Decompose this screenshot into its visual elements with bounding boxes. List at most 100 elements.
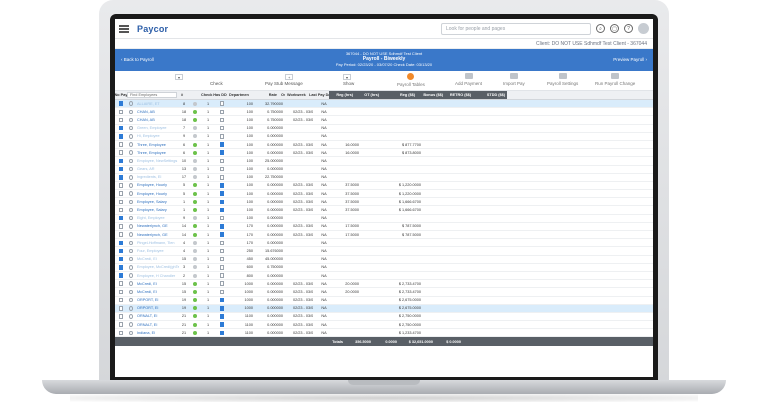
row-radio[interactable]	[127, 207, 135, 213]
department-select[interactable]: 170	[233, 241, 255, 245]
table-row[interactable]: Gears, AR 13 1 100 0.000000 NA	[115, 166, 653, 174]
department-select[interactable]: 1100	[233, 314, 255, 318]
department-select[interactable]: 100	[233, 200, 255, 204]
no-pay-checkbox[interactable]	[115, 125, 127, 131]
rate-field[interactable]: 0.000000	[255, 208, 285, 212]
row-radio[interactable]	[127, 314, 135, 319]
employee-name-link[interactable]: CHAN, AB	[135, 118, 179, 122]
department-select[interactable]: 450	[233, 257, 255, 261]
department-select[interactable]: 100	[233, 175, 255, 179]
no-pay-checkbox[interactable]	[115, 158, 127, 164]
no-pay-checkbox[interactable]	[115, 183, 127, 188]
payroll-settings-tool[interactable]: Payroll Settings	[547, 73, 578, 86]
reg-hours-input[interactable]: 17.5000	[335, 233, 361, 237]
employee-name-link[interactable]: Employee, Hourly	[135, 183, 179, 187]
table-row[interactable]: Four, Employee 4 1 250 15.676000 NA	[115, 247, 653, 256]
has-dd-checkbox[interactable]	[215, 199, 229, 205]
has-dd-checkbox[interactable]	[215, 289, 229, 295]
department-select[interactable]: 100	[233, 110, 255, 114]
employee-name-link[interactable]: Hi, Employee	[135, 134, 179, 138]
rate-field[interactable]: 25.000000	[255, 159, 285, 163]
no-pay-checkbox[interactable]	[115, 150, 127, 155]
has-dd-checkbox[interactable]	[215, 109, 229, 115]
employee-name-link[interactable]: ALLAIRE, ET	[135, 102, 179, 106]
employee-name-link[interactable]: Employee, NewSettings	[135, 159, 179, 163]
no-pay-checkbox[interactable]	[115, 314, 127, 319]
rate-field[interactable]: 45.000000	[255, 257, 285, 261]
row-radio[interactable]	[127, 256, 135, 262]
department-select[interactable]: 600	[233, 265, 255, 269]
department-select[interactable]: 100	[233, 118, 255, 122]
row-radio[interactable]	[127, 175, 135, 180]
department-select[interactable]: 100	[233, 126, 255, 130]
no-pay-checkbox[interactable]	[115, 281, 127, 286]
employee-name-link[interactable]: Pingel-Hoffmann, Tien	[135, 241, 179, 245]
no-pay-checkbox[interactable]	[115, 248, 127, 254]
has-dd-checkbox[interactable]	[215, 330, 229, 336]
row-radio[interactable]	[127, 297, 135, 303]
table-row[interactable]: CHAN, AB18 1 1000.750000 02/23 - 03/08 NA	[115, 116, 653, 125]
rate-field[interactable]: 0.000000	[255, 200, 285, 204]
department-select[interactable]: 250	[233, 249, 255, 253]
no-pay-checkbox[interactable]	[115, 297, 127, 303]
employee-name-link[interactable]: Employee, Hourly	[135, 192, 179, 196]
show-select[interactable]: ▾	[343, 74, 352, 80]
department-select[interactable]: 100	[233, 151, 255, 155]
has-dd-checkbox[interactable]	[215, 207, 229, 213]
no-pay-checkbox[interactable]	[115, 322, 127, 327]
has-dd-checkbox[interactable]	[215, 191, 229, 196]
table-row[interactable]: Pingel-Hoffmann, Tien 4 1 170 0.000000 NA	[115, 239, 653, 248]
no-pay-checkbox[interactable]	[115, 191, 127, 196]
reg-hours-input[interactable]: 37.5000	[335, 183, 361, 187]
run-payroll-change-tool[interactable]: Run Payroll Change	[595, 73, 635, 86]
table-row[interactable]: ORNALT, EI21 1 11000.000000 02/23 - 03/08 NA…	[115, 321, 653, 330]
rate-field[interactable]: 0.750000	[255, 110, 285, 114]
row-radio[interactable]	[127, 322, 135, 327]
table-row[interactable]: Employee, H Chandler 2 1 800 0.000000 NA	[115, 272, 653, 281]
department-select[interactable]: 170	[233, 224, 255, 228]
rate-field[interactable]: 0.000000	[255, 151, 285, 155]
department-select[interactable]: 100	[233, 167, 255, 171]
has-dd-checkbox[interactable]	[215, 240, 229, 246]
has-dd-checkbox[interactable]	[215, 117, 229, 123]
table-row[interactable]: Employee, Hourly 5 1 100 0.000000 02/23 - 03/…	[115, 182, 653, 191]
row-radio[interactable]	[127, 183, 135, 188]
has-dd-checkbox[interactable]	[215, 306, 229, 311]
rate-field[interactable]: 0.000000	[255, 192, 285, 196]
table-row[interactable]: Employee, Salary 1 1 100 0.000000 02/23 - 03/…	[115, 198, 653, 207]
row-radio[interactable]	[127, 224, 135, 229]
no-pay-checkbox[interactable]	[115, 199, 127, 205]
no-pay-checkbox[interactable]	[115, 289, 127, 295]
rate-field[interactable]: 0.000000	[255, 331, 285, 335]
employee-name-link[interactable]: McCredi, EI	[135, 257, 179, 261]
employee-name-link[interactable]: Four, Employee	[135, 249, 179, 253]
row-radio[interactable]	[127, 232, 135, 237]
table-row[interactable]: Three, Employee6 1 1000.000000 02/23 - 03/0…	[115, 149, 653, 158]
rate-field[interactable]: 0.000000	[255, 167, 285, 171]
row-radio[interactable]	[127, 150, 135, 155]
reg-hours-input[interactable]: 37.5000	[335, 208, 361, 212]
department-select[interactable]: 1100	[233, 323, 255, 327]
no-pay-checkbox[interactable]	[115, 330, 127, 336]
has-dd-checkbox[interactable]	[215, 224, 229, 229]
has-dd-checkbox[interactable]	[215, 101, 229, 106]
table-row[interactable]: Ingredients, EI 17 1 100 22.750000 NA	[115, 174, 653, 182]
has-dd-checkbox[interactable]	[215, 273, 229, 278]
department-select[interactable]: 1000	[233, 282, 255, 286]
no-pay-checkbox[interactable]	[115, 273, 127, 278]
row-radio[interactable]	[127, 134, 135, 139]
no-pay-checkbox[interactable]	[115, 207, 127, 213]
rate-field[interactable]: 0.000000	[255, 323, 285, 327]
department-select[interactable]: 1000	[233, 298, 255, 302]
row-radio[interactable]	[127, 191, 135, 196]
table-row[interactable]: McCredi, EI 15 1 450 45.000000 NA	[115, 256, 653, 264]
table-row[interactable]: Newaterlynch, GE 14 1 170 0.000000 02/23 - 03…	[115, 231, 653, 240]
reg-hours-input[interactable]: 17.5000	[335, 224, 361, 228]
avatar[interactable]	[638, 23, 649, 34]
employee-search-input[interactable]: Find Employees	[127, 92, 177, 98]
row-radio[interactable]	[127, 101, 135, 106]
has-dd-checkbox[interactable]	[215, 232, 229, 237]
rate-field[interactable]: 0.750000	[255, 118, 285, 122]
department-select[interactable]: 100	[233, 143, 255, 147]
no-pay-checkbox[interactable]	[115, 232, 127, 237]
